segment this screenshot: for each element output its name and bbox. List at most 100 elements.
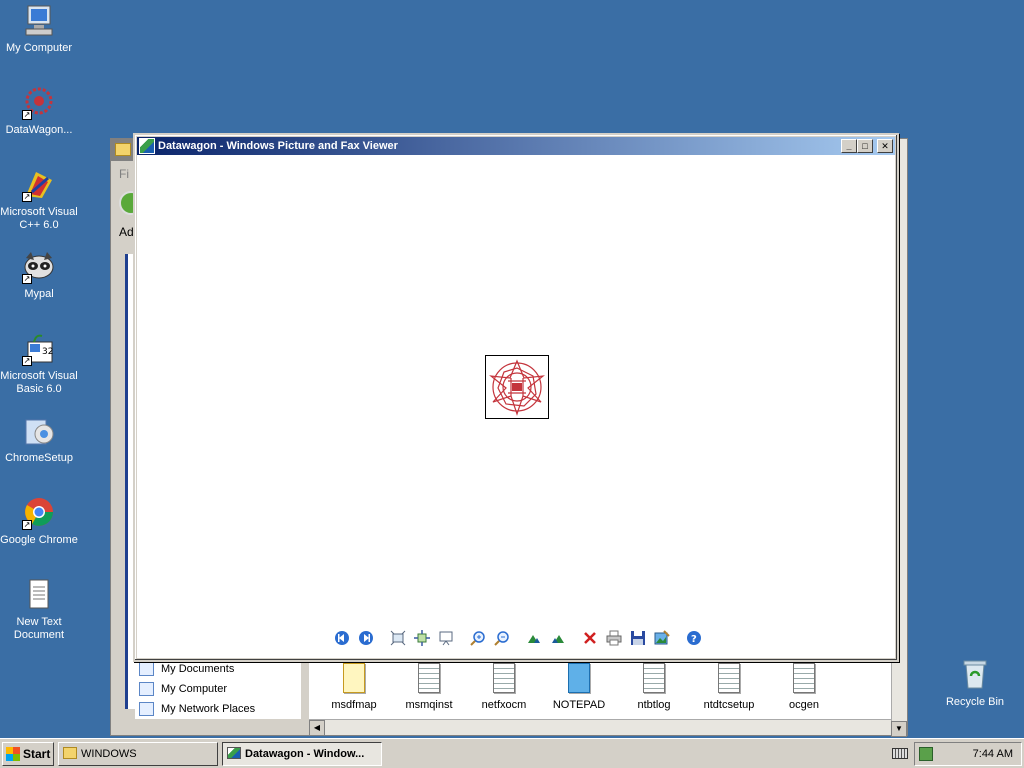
place-my-computer[interactable]: My Computer <box>135 679 301 699</box>
file-item[interactable]: ntdtcsetup <box>692 663 766 711</box>
rotate-clockwise-button[interactable] <box>524 628 544 648</box>
taskbar-item-datawagon[interactable]: Datawagon - Window... <box>222 742 382 766</box>
best-fit-button[interactable] <box>388 628 408 648</box>
previous-image-button[interactable] <box>332 628 352 648</box>
file-name: msmqinst <box>405 699 453 711</box>
file-name: NOTEPAD <box>552 699 606 711</box>
zoom-in-icon <box>470 631 485 646</box>
datawagon-image <box>485 355 549 419</box>
text-file-icon <box>643 663 665 693</box>
file-list-scrollbar[interactable]: ◀ <box>309 719 891 736</box>
desktop-icon-label: Mypal <box>24 288 54 300</box>
viewer-toolbar: ? <box>332 628 712 652</box>
shortcut-arrow-icon: ↗ <box>22 356 32 366</box>
toolbar-separator <box>678 630 679 648</box>
slideshow-button[interactable] <box>436 628 456 648</box>
toolbar-separator <box>574 630 575 648</box>
minimize-button[interactable]: _ <box>841 139 857 153</box>
notepad-icon <box>568 663 590 693</box>
zoom-out-button[interactable] <box>492 628 512 648</box>
desktop-icon-label: Recycle Bin <box>945 696 1005 708</box>
my-documents-icon <box>139 662 154 676</box>
shortcut-arrow-icon: ↗ <box>22 520 32 530</box>
print-button[interactable] <box>604 628 624 648</box>
text-file-icon <box>418 663 440 693</box>
toolbar-separator <box>518 630 519 648</box>
save-icon <box>631 631 645 645</box>
folder-icon <box>63 747 77 759</box>
address-label: Ad <box>119 225 134 239</box>
taskbar-item-label: Datawagon - Window... <box>245 748 365 760</box>
maximize-button[interactable]: □ <box>857 139 873 153</box>
desktop-icon-datawagon[interactable]: ↗ DataWagon... <box>0 86 78 137</box>
file-item[interactable]: ocgen <box>767 663 841 711</box>
rotate-counterclockwise-icon <box>552 635 564 643</box>
network-icon[interactable] <box>919 747 933 761</box>
desktop-icon-new-text-document[interactable]: New Text Document <box>0 578 78 642</box>
chromesetup-icon <box>22 414 56 448</box>
file-item[interactable]: msmqinst <box>392 663 466 711</box>
desktop-icon-visual-cpp[interactable]: ↗ Microsoft Visual C++ 6.0 <box>0 168 78 232</box>
desktop-icon-label: Microsoft Visual Basic 6.0 <box>0 370 78 395</box>
desktop-icon-my-computer[interactable]: My Computer <box>0 4 78 55</box>
desktop-icon-label: Google Chrome <box>0 534 78 546</box>
place-label: My Network Places <box>161 703 256 715</box>
close-button[interactable]: ✕ <box>877 139 893 153</box>
image-canvas[interactable]: ? <box>137 155 895 658</box>
my-computer-icon <box>22 4 56 38</box>
other-places-list: My Documents My Computer My Network Plac… <box>135 659 301 719</box>
text-file-icon <box>718 663 740 693</box>
actual-size-icon <box>414 630 430 646</box>
rotate-counterclockwise-button[interactable] <box>548 628 568 648</box>
desktop-icon-mypal[interactable]: ↗ Mypal <box>0 250 78 301</box>
save-button[interactable] <box>628 628 648 648</box>
picture-viewer-icon <box>227 747 241 759</box>
file-item[interactable]: msdfmap <box>317 663 391 711</box>
desktop-icon-recycle-bin[interactable]: Recycle Bin <box>936 658 1014 709</box>
help-icon: ? <box>687 631 701 645</box>
datawagon-icon: ↗ <box>22 86 56 120</box>
desktop-icon-chromesetup[interactable]: ChromeSetup <box>0 414 78 465</box>
picture-viewer-window[interactable]: Datawagon - Windows Picture and Fax View… <box>133 133 899 662</box>
taskbar-item-label: WINDOWS <box>81 748 137 760</box>
next-image-button[interactable] <box>356 628 376 648</box>
viewer-titlebar[interactable]: Datawagon - Windows Picture and Fax View… <box>137 137 895 155</box>
start-button[interactable]: Start <box>2 742 54 766</box>
file-item[interactable]: netfxocm <box>467 663 541 711</box>
place-my-documents[interactable]: My Documents <box>135 659 301 679</box>
text-file-icon <box>493 663 515 693</box>
place-my-network-places[interactable]: My Network Places <box>135 699 301 719</box>
chrome-icon: ↗ <box>22 496 56 530</box>
clock[interactable]: 7:44 AM <box>973 743 1013 765</box>
mypal-icon: ↗ <box>22 250 56 284</box>
previous-image-icon <box>335 631 349 645</box>
desktop-icon-visual-basic[interactable]: 32 ↗ Microsoft Visual Basic 6.0 <box>0 332 78 396</box>
svg-text:?: ? <box>691 634 697 645</box>
text-file-icon <box>793 663 815 693</box>
system-tray: 7:44 AM <box>914 742 1022 766</box>
delete-icon <box>584 632 596 644</box>
file-item[interactable]: ntbtlog <box>617 663 691 711</box>
desktop-icon-google-chrome[interactable]: ↗ Google Chrome <box>0 496 78 547</box>
scroll-down-arrow[interactable]: ▼ <box>891 721 907 737</box>
scroll-left-arrow[interactable]: ◀ <box>309 720 325 736</box>
taskbar-item-windows[interactable]: WINDOWS <box>58 742 218 766</box>
file-name: ntbtlog <box>637 699 671 711</box>
zoom-in-button[interactable] <box>468 628 488 648</box>
svg-text:32: 32 <box>42 347 53 357</box>
print-icon <box>606 630 622 646</box>
edit-image-button[interactable] <box>652 628 672 648</box>
taskbar: Start WINDOWS Datawagon - Window... 7:44… <box>0 738 1024 768</box>
visual-cpp-icon: ↗ <box>22 168 56 202</box>
file-item[interactable]: NOTEPAD <box>542 663 616 711</box>
help-button[interactable]: ? <box>684 628 704 648</box>
text-document-icon <box>22 578 56 612</box>
keyboard-icon[interactable] <box>892 748 908 759</box>
delete-button[interactable] <box>580 628 600 648</box>
recycle-bin-icon <box>958 658 992 692</box>
start-label: Start <box>23 747 51 761</box>
desktop-icon-label: Microsoft Visual C++ 6.0 <box>0 206 78 231</box>
shortcut-arrow-icon: ↗ <box>22 192 32 202</box>
desktop-icon-label: New Text Document <box>13 616 65 641</box>
actual-size-button[interactable] <box>412 628 432 648</box>
